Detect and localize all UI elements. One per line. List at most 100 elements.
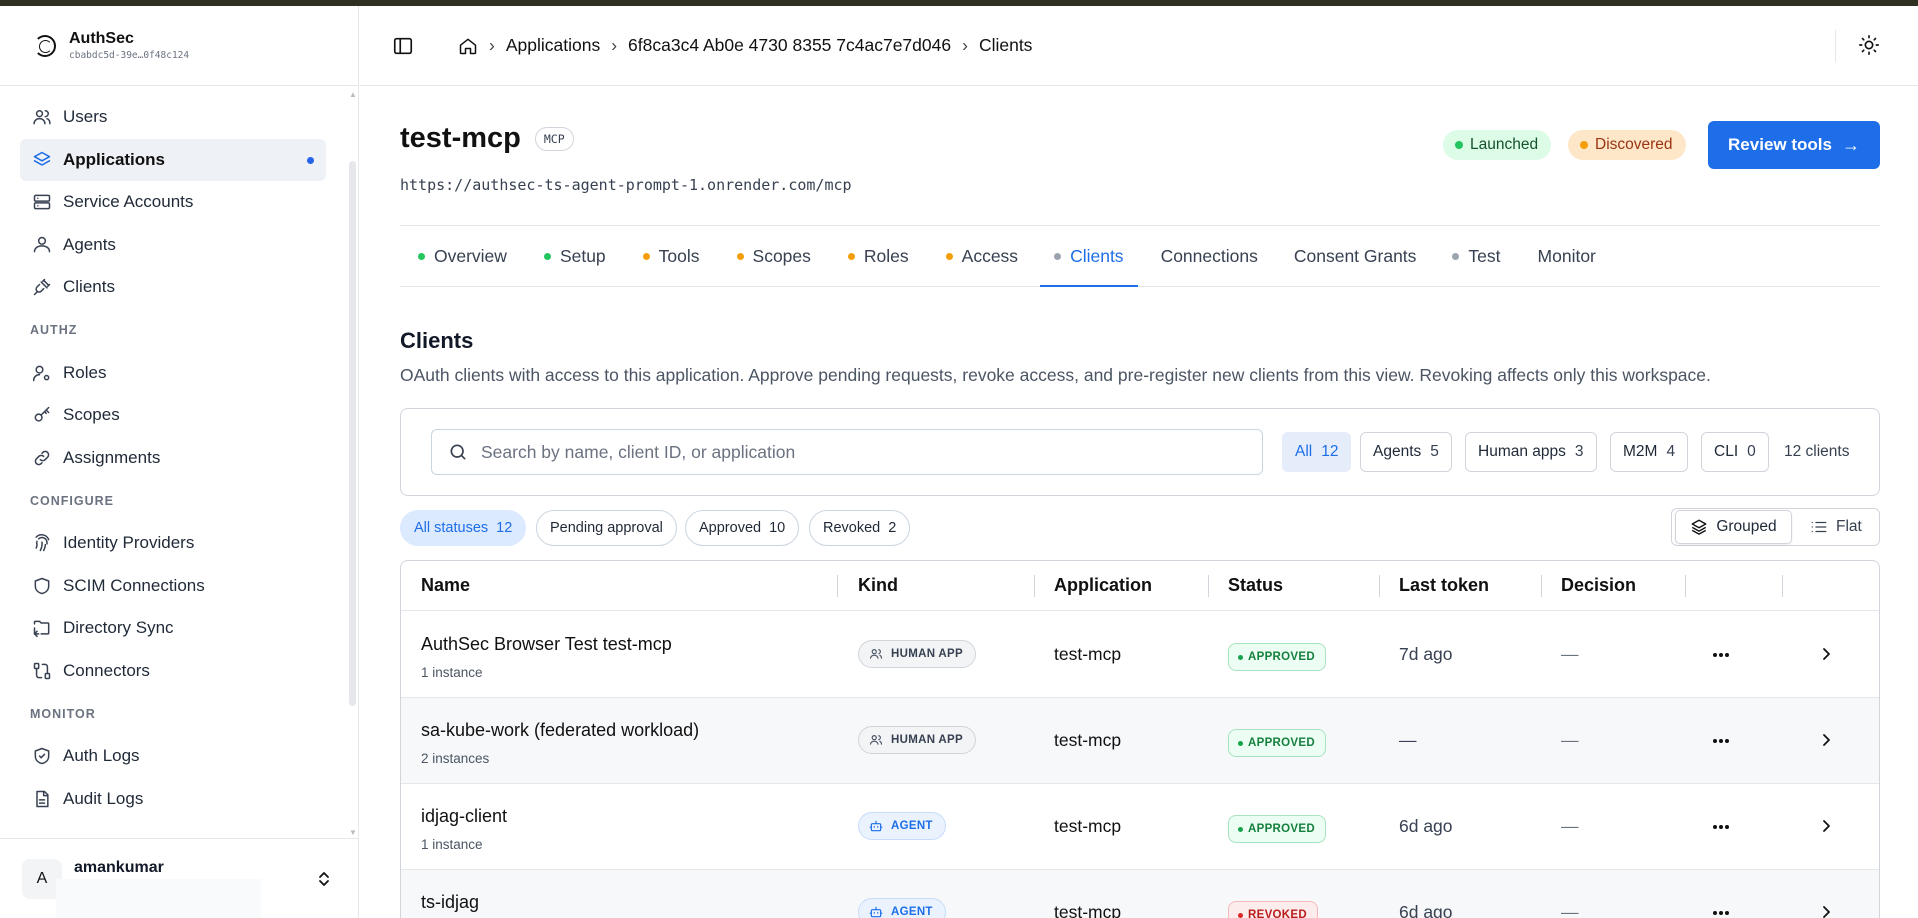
filter-count: 12 <box>1321 443 1339 460</box>
client-name[interactable]: ts-idjag <box>421 892 479 913</box>
sidebar-item-scopes[interactable]: Scopes <box>20 394 326 436</box>
last-token: 7d ago <box>1399 644 1453 664</box>
status-filter-revoked[interactable]: Revoked 2 <box>809 510 911 546</box>
scroll-down-arrow-icon[interactable]: ▼ <box>349 828 357 837</box>
folder-sync-icon <box>33 620 50 638</box>
kind-label: AGENT <box>891 906 933 918</box>
view-flat-button[interactable]: Flat <box>1810 510 1862 544</box>
sidebar-item-users[interactable]: Users <box>20 96 326 138</box>
nav-section-monitor: MONITOR <box>30 706 96 721</box>
breadcrumb-app-id[interactable]: 6f8ca3c4 Ab0e 4730 8355 7c4ac7e7d046 <box>628 35 951 56</box>
tab-scopes[interactable]: Scopes <box>736 226 811 286</box>
section-description: OAuth clients with access to this applic… <box>400 365 1711 385</box>
kind-badge: AGENT <box>858 898 946 918</box>
chevron-right-icon[interactable] <box>1817 903 1835 918</box>
sidebar-item-assignments[interactable]: Assignments <box>20 437 326 479</box>
search-input[interactable] <box>481 441 1241 463</box>
sidebar-item-clients[interactable]: Clients <box>20 266 326 308</box>
sidebar-item-scim-connections[interactable]: SCIM Connections <box>20 565 326 607</box>
status-filter-pending[interactable]: Pending approval <box>536 510 677 546</box>
sun-theme-toggle-icon[interactable] <box>1858 34 1880 56</box>
breadcrumb-applications[interactable]: Applications <box>506 35 600 56</box>
column-header-decision[interactable]: Decision <box>1561 575 1636 596</box>
view-grouped-button[interactable]: Grouped <box>1675 510 1792 544</box>
status-filter-all[interactable]: All statuses 12 <box>400 510 527 546</box>
home-icon[interactable] <box>458 36 478 56</box>
fingerprint-icon <box>35 534 50 552</box>
table-row[interactable]: sa-kube-work (federated workload) 2 inst… <box>401 698 1879 784</box>
sidebar-item-audit-logs[interactable]: Audit Logs <box>20 778 326 820</box>
client-name[interactable]: AuthSec Browser Test test-mcp <box>421 634 672 655</box>
sidebar-item-agents[interactable]: Agents <box>20 224 326 266</box>
tab-roles[interactable]: Roles <box>847 226 909 286</box>
column-divider <box>1379 575 1380 597</box>
sidebar-item-connectors[interactable]: Connectors <box>20 650 326 692</box>
tab-test[interactable]: Test <box>1452 226 1501 286</box>
client-name[interactable]: idjag-client <box>421 806 507 827</box>
more-actions-icon[interactable] <box>1707 729 1735 753</box>
column-header-kind[interactable]: Kind <box>858 575 898 596</box>
search-field[interactable] <box>431 429 1263 475</box>
chevron-right-icon[interactable] <box>1817 731 1835 749</box>
column-header-last-token[interactable]: Last token <box>1399 575 1489 596</box>
sidebar-item-identity-providers[interactable]: Identity Providers <box>20 522 326 564</box>
tab-access[interactable]: Access <box>945 226 1018 286</box>
green-dot-icon <box>543 252 551 260</box>
table-row[interactable]: idjag-client 1 instance AGENT test-mcp A… <box>401 784 1879 870</box>
sidebar-item-label: Directory Sync <box>63 618 174 637</box>
kind-label: AGENT <box>891 820 933 832</box>
sidebar-toggle-icon[interactable] <box>392 35 414 57</box>
sidebar-item-auth-logs[interactable]: Auth Logs <box>20 735 326 777</box>
active-indicator-dot <box>307 156 314 164</box>
kind-filter-m2m[interactable]: M2M 4 <box>1610 432 1689 472</box>
sidebar-item-service-accounts[interactable]: Service Accounts <box>20 181 326 223</box>
sidebar-item-label: SCIM Connections <box>63 575 205 595</box>
orange-dot-icon <box>847 252 855 260</box>
tab-connections[interactable]: Connections <box>1161 226 1258 286</box>
tab-setup[interactable]: Setup <box>543 226 606 286</box>
tab-monitor[interactable]: Monitor <box>1538 226 1596 286</box>
table-row[interactable]: AuthSec Browser Test test-mcp 1 instance… <box>401 612 1879 698</box>
column-header-status[interactable]: Status <box>1228 575 1283 596</box>
tab-overview[interactable]: Overview <box>418 226 507 286</box>
kind-filter-cli[interactable]: CLI 0 <box>1701 432 1769 472</box>
sidebar-scrollbar[interactable] <box>349 161 356 706</box>
column-header-application[interactable]: Application <box>1054 575 1152 596</box>
tab-clients[interactable]: Clients <box>1040 226 1137 287</box>
kind-filter-agents[interactable]: Agents 5 <box>1360 432 1452 472</box>
sidebar-item-label: Auth Logs <box>63 746 140 765</box>
plug-icon <box>33 278 51 296</box>
tab-tools[interactable]: Tools <box>642 226 700 286</box>
brand-header[interactable]: AuthSec cbabdc5d-39e…0f48c124 <box>0 6 358 86</box>
sidebar-item-applications[interactable]: Applications <box>20 138 326 181</box>
tab-consent-grants[interactable]: Consent Grants <box>1294 226 1417 286</box>
sidebar-item-roles[interactable]: Roles <box>20 352 326 394</box>
review-tools-button[interactable]: Review tools → <box>1708 121 1880 169</box>
chip-label: Approved <box>699 520 762 536</box>
chevron-right-icon[interactable] <box>1817 645 1835 663</box>
decision: — <box>1561 730 1579 750</box>
sidebar-item-label: Service Accounts <box>63 192 194 211</box>
kind-filter-human-apps[interactable]: Human apps 3 <box>1465 432 1597 472</box>
clients-table: Name Kind Application Status Last token … <box>400 560 1880 918</box>
orange-dot-icon <box>945 252 953 260</box>
chevron-right-icon[interactable] <box>1817 817 1835 835</box>
shield-icon <box>34 577 50 594</box>
column-header-name[interactable]: Name <box>421 575 470 596</box>
pill-label: Discovered <box>1595 136 1673 153</box>
sidebar-item-directory-sync[interactable]: Directory Sync <box>20 607 326 649</box>
kind-filter-all[interactable]: All 12 <box>1282 432 1352 472</box>
nav-section-configure: CONFIGURE <box>30 493 114 508</box>
table-row[interactable]: ts-idjag AGENT test-mcp REVOKED 6d ago — <box>401 870 1879 918</box>
status-filter-approved[interactable]: Approved 10 <box>685 510 800 546</box>
section-title: Clients <box>400 328 474 353</box>
more-actions-icon[interactable] <box>1707 901 1735 918</box>
users-icon <box>33 110 51 125</box>
user-menu[interactable]: A amankumar <box>0 838 358 918</box>
status-badge-launched: Launched <box>1443 130 1552 160</box>
server-icon <box>33 194 51 210</box>
more-actions-icon[interactable] <box>1707 643 1735 667</box>
more-actions-icon[interactable] <box>1707 815 1735 839</box>
scroll-up-arrow-icon[interactable]: ▲ <box>349 90 357 99</box>
client-name[interactable]: sa-kube-work (federated workload) <box>421 720 699 741</box>
